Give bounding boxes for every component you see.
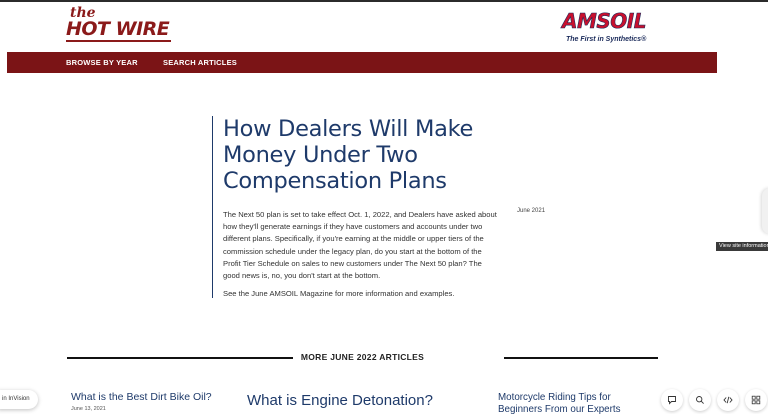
side-panel-tab[interactable] [762, 188, 768, 234]
amsoil-tagline: The First in Synthetics® [566, 36, 647, 43]
main-nav: BROWSE BY YEAR SEARCH ARTICLES [7, 52, 717, 73]
nav-search-articles[interactable]: SEARCH ARTICLES [163, 58, 237, 67]
amsoil-logo[interactable]: AMSOIL The First in Synthetics® [560, 9, 662, 49]
prototype-toolbar [661, 389, 768, 411]
related-article-link[interactable]: What is Engine Detonation? [247, 392, 433, 409]
window-top-strip [0, 0, 768, 2]
site-info-tooltip: View site information [716, 242, 768, 251]
invision-badge[interactable]: in InVision [0, 390, 38, 409]
comment-icon[interactable] [661, 389, 683, 411]
grid-icon[interactable] [745, 389, 767, 411]
related-article-date: June 13, 2021 [71, 406, 106, 412]
more-articles-divider: MORE JUNE 2022 ARTICLES [67, 352, 658, 362]
article-title: How Dealers Will Make Money Under Two Co… [223, 116, 474, 194]
article-date: June 2021 [517, 208, 546, 214]
article-paragraph: See the June AMSOIL Magazine for more in… [223, 289, 455, 299]
article-body: The Next 50 plan is set to take effect O… [223, 209, 499, 300]
related-article-link[interactable]: What is the Best Dirt Bike Oil? [71, 391, 212, 403]
search-icon[interactable] [689, 389, 711, 411]
divider-rule-right [504, 357, 658, 359]
logo-underline [66, 40, 171, 42]
nav-browse-by-year[interactable]: BROWSE BY YEAR [66, 58, 138, 67]
logo-hotwire: HOT WIRE [66, 18, 170, 40]
related-article-link[interactable]: Motorcycle Riding Tips for Beginners Fro… [498, 392, 638, 414]
article-paragraph: The Next 50 plan is set to take effect O… [223, 210, 497, 281]
hotwire-logo[interactable]: the HOT WIRE [66, 6, 176, 43]
amsoil-wordmark: AMSOIL [562, 9, 647, 34]
code-icon[interactable] [717, 389, 739, 411]
article: How Dealers Will Make Money Under Two Co… [212, 116, 502, 298]
